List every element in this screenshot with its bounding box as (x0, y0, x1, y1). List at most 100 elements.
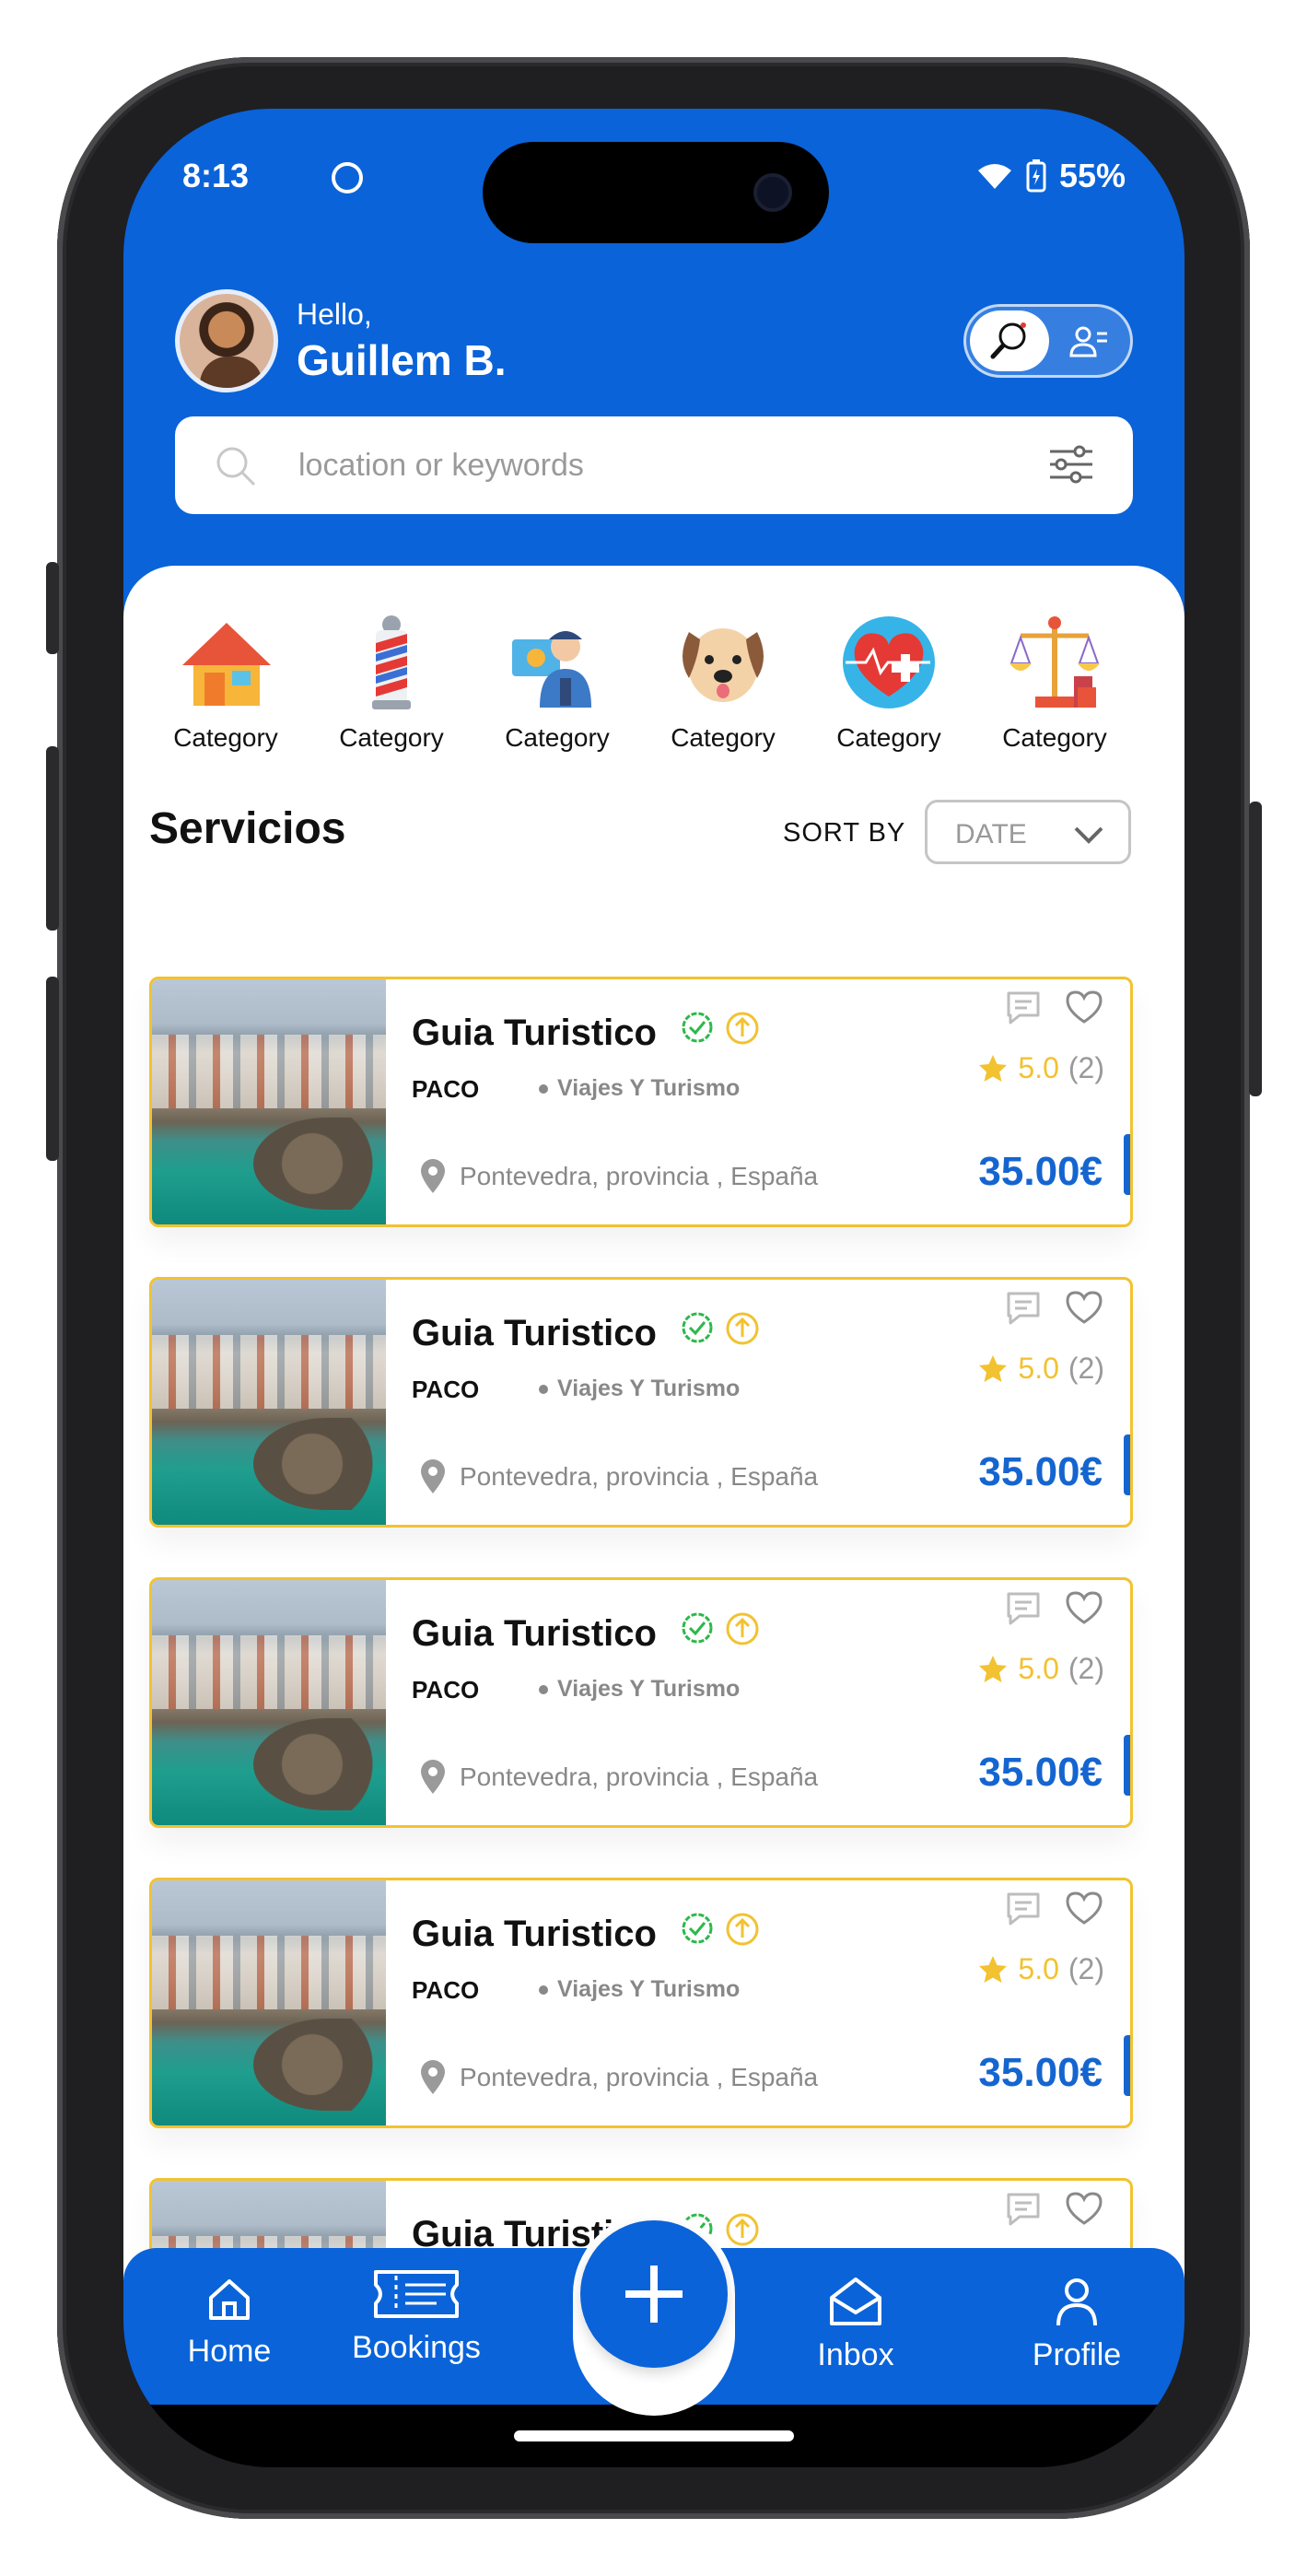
category-label: Category (339, 723, 444, 752)
heart-icon[interactable] (1064, 1289, 1104, 1326)
avatar[interactable] (175, 289, 278, 392)
location-pin-icon (421, 1159, 445, 1193)
service-image (152, 1880, 386, 2125)
nav-profile-label: Profile (1032, 2337, 1122, 2372)
wifi-icon (977, 164, 1011, 189)
heart-icon[interactable] (1064, 1890, 1104, 1926)
sort-select[interactable]: DATE (925, 800, 1131, 864)
status-right: 55% (976, 157, 1126, 195)
category-label: Category (836, 723, 941, 752)
location-pin-icon (421, 2060, 445, 2094)
greeting-hello: Hello, (297, 297, 372, 331)
chat-icon[interactable] (1005, 1590, 1042, 1625)
verified-check-icon (682, 1913, 713, 1944)
home-indicator (514, 2430, 794, 2441)
category-item[interactable]: Category (488, 612, 626, 753)
main-content: Category Category Category Category Cate… (123, 566, 1184, 2316)
nav-inbox-label: Inbox (817, 2337, 894, 2372)
search-icon (216, 447, 256, 486)
service-price: 35.00€ (978, 2050, 1103, 2095)
category-label: Category (1002, 723, 1107, 752)
chat-icon[interactable] (1005, 1290, 1042, 1325)
service-card[interactable]: Guia Turistico PACO Viajes Y Turismo Pon… (149, 1277, 1133, 1528)
service-card[interactable]: Guia Turistico PACO Viajes Y Turismo Pon… (149, 1878, 1133, 2128)
chat-icon[interactable] (1005, 989, 1042, 1025)
battery-icon (1026, 159, 1046, 193)
service-location: Pontevedra, provincia , España (419, 1158, 818, 1195)
card-side-tab (1124, 1434, 1130, 1495)
service-title: Guia Turistico (412, 1914, 657, 1954)
chat-icon[interactable] (1005, 1891, 1042, 1926)
category-row: Category Category Category Category Cate… (151, 612, 1164, 753)
category-item[interactable]: Category (820, 612, 958, 753)
filter-sliders-icon[interactable] (1048, 444, 1094, 485)
service-price: 35.00€ (978, 1149, 1103, 1194)
service-rating: 5.0 (2) (977, 1051, 1104, 1085)
notification-icon (332, 162, 363, 193)
category-item[interactable]: Category (654, 612, 792, 753)
star-icon (979, 1955, 1008, 1983)
mode-toggle[interactable] (963, 304, 1133, 378)
nav-bookings[interactable]: Bookings (324, 2268, 508, 2366)
promoted-arrow-icon (726, 1913, 759, 1946)
promoted-arrow-icon (726, 1612, 759, 1645)
service-title: Guia Turistico (412, 1313, 657, 1353)
dog-icon (683, 628, 764, 702)
verified-check-icon (682, 1612, 713, 1644)
card-side-tab (1124, 1134, 1130, 1195)
category-item[interactable]: Category (157, 612, 295, 753)
inbox-icon (830, 2277, 881, 2325)
service-category: Viajes Y Turismo (539, 1976, 740, 2003)
section-title: Servicios (149, 804, 346, 853)
plus-icon (625, 2266, 683, 2323)
heart-icon[interactable] (1064, 1589, 1104, 1626)
barber-pole-icon (372, 615, 411, 709)
service-owner: PACO (412, 1376, 480, 1403)
service-price: 35.00€ (978, 1449, 1103, 1494)
search-input[interactable] (298, 442, 998, 488)
home-icon (209, 2279, 250, 2320)
category-item[interactable]: Category (986, 612, 1124, 753)
user-name: Guillem B. (297, 335, 507, 384)
status-time: 8:13 (182, 157, 250, 194)
mode-toggle-search[interactable] (970, 310, 1049, 371)
nav-home[interactable]: Home (151, 2276, 308, 2370)
location-pin-icon (421, 1459, 445, 1493)
card-side-tab (1124, 2035, 1130, 2096)
greeting-block: Hello, Guillem B. (175, 289, 506, 392)
service-image (152, 1580, 386, 1825)
chat-icon[interactable] (1005, 2191, 1042, 2226)
service-card[interactable]: Guia Turistico PACO Viajes Y Turismo Pon… (149, 977, 1133, 1227)
service-location: Pontevedra, provincia , España (419, 1759, 818, 1796)
magnifier-icon (990, 322, 1026, 359)
promoted-arrow-icon (726, 1312, 759, 1345)
service-category: Viajes Y Turismo (539, 1075, 740, 1102)
star-icon (979, 1354, 1008, 1382)
service-image (152, 979, 386, 1224)
volume-down-button (46, 977, 59, 1161)
nav-inbox[interactable]: Inbox (777, 2276, 934, 2373)
dynamic-island (483, 142, 829, 243)
mode-toggle-provider[interactable] (1058, 316, 1119, 368)
add-button[interactable] (580, 2220, 728, 2368)
service-rating: 5.0 (2) (977, 1952, 1104, 1986)
star-icon (979, 1054, 1008, 1082)
category-item[interactable]: Category (322, 612, 461, 753)
star-icon (979, 1655, 1008, 1682)
action-button (46, 562, 59, 654)
heart-icon[interactable] (1064, 2190, 1104, 2227)
service-category: Viajes Y Turismo (539, 1376, 740, 1402)
heart-icon[interactable] (1064, 989, 1104, 1025)
phone-screen: 8:13 55% Hello, Guillem B. Ca (123, 109, 1184, 2467)
search-bar (175, 416, 1133, 514)
justice-scale-icon (1009, 616, 1100, 708)
service-rating: 5.0 (2) (977, 1652, 1104, 1686)
service-title: Guia Turistico (412, 1613, 657, 1654)
service-card[interactable]: Guia Turistico PACO Viajes Y Turismo Pon… (149, 1577, 1133, 1828)
nav-profile[interactable]: Profile (998, 2276, 1155, 2373)
house-icon (182, 623, 271, 706)
nav-home-label: Home (187, 2334, 272, 2369)
technician-icon (512, 631, 591, 708)
service-owner: PACO (412, 1976, 480, 2004)
profile-icon (1056, 2278, 1097, 2326)
